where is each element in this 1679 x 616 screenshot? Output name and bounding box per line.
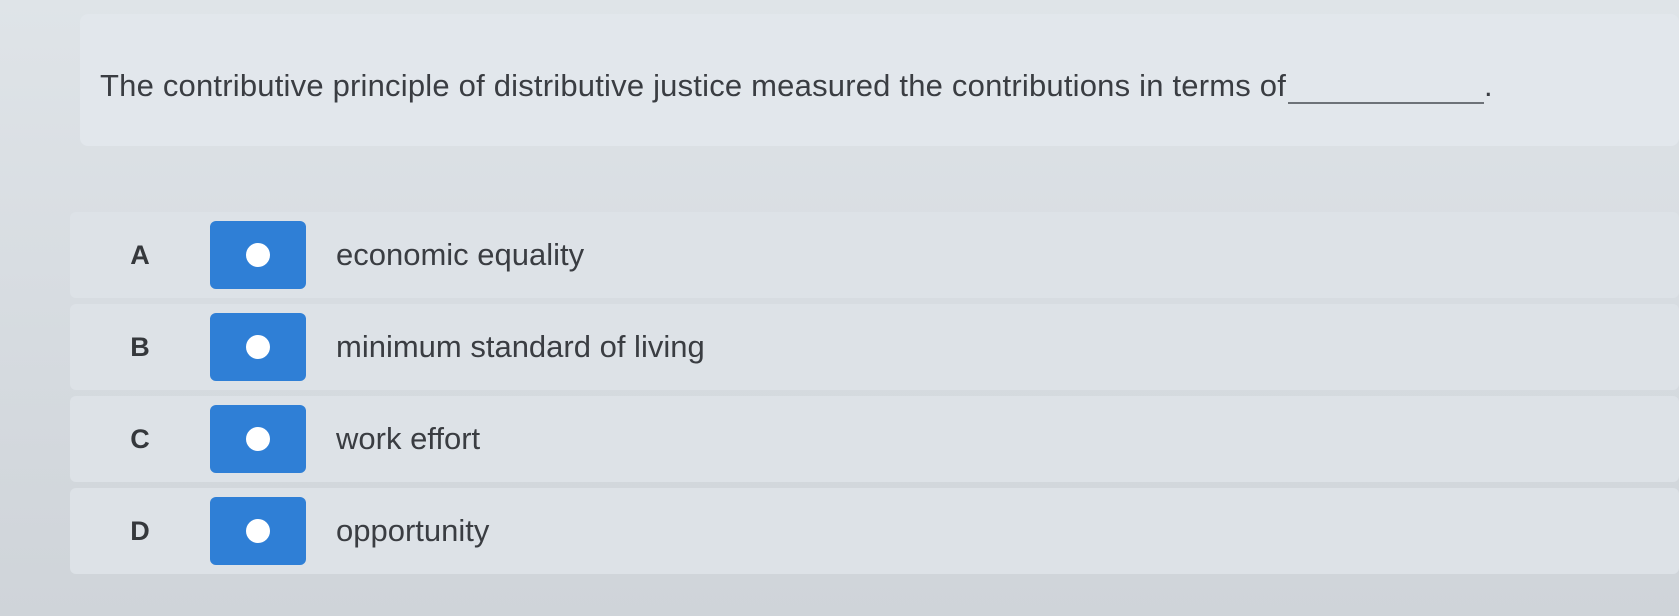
option-a[interactable]: A economic equality bbox=[70, 212, 1679, 298]
option-letter: B bbox=[130, 331, 150, 362]
option-d[interactable]: D opportunity bbox=[70, 488, 1679, 574]
option-letter: A bbox=[130, 239, 150, 270]
option-text: minimum standard of living bbox=[336, 329, 705, 364]
radio-button-icon bbox=[246, 335, 270, 359]
option-c[interactable]: C work effort bbox=[70, 396, 1679, 482]
radio-button[interactable] bbox=[210, 497, 306, 565]
option-letter: C bbox=[130, 423, 150, 454]
question-period: . bbox=[1484, 68, 1493, 103]
question-text: The contributive principle of distributi… bbox=[100, 68, 1287, 103]
answer-blank bbox=[1288, 72, 1485, 104]
radio-button-icon bbox=[246, 519, 270, 543]
radio-button[interactable] bbox=[210, 313, 306, 381]
option-text: opportunity bbox=[336, 513, 490, 548]
radio-button-icon bbox=[246, 243, 270, 267]
radio-button[interactable] bbox=[210, 221, 306, 289]
screen-background: The contributive principle of distributi… bbox=[0, 0, 1679, 616]
radio-button[interactable] bbox=[210, 405, 306, 473]
question-prompt: The contributive principle of distributi… bbox=[100, 68, 1493, 104]
option-b[interactable]: B minimum standard of living bbox=[70, 304, 1679, 390]
option-text: work effort bbox=[336, 421, 481, 456]
answer-options: A economic equality B minimum standard o… bbox=[70, 212, 1679, 580]
option-text: economic equality bbox=[336, 237, 585, 272]
radio-button-icon bbox=[246, 427, 270, 451]
option-letter: D bbox=[130, 515, 150, 546]
